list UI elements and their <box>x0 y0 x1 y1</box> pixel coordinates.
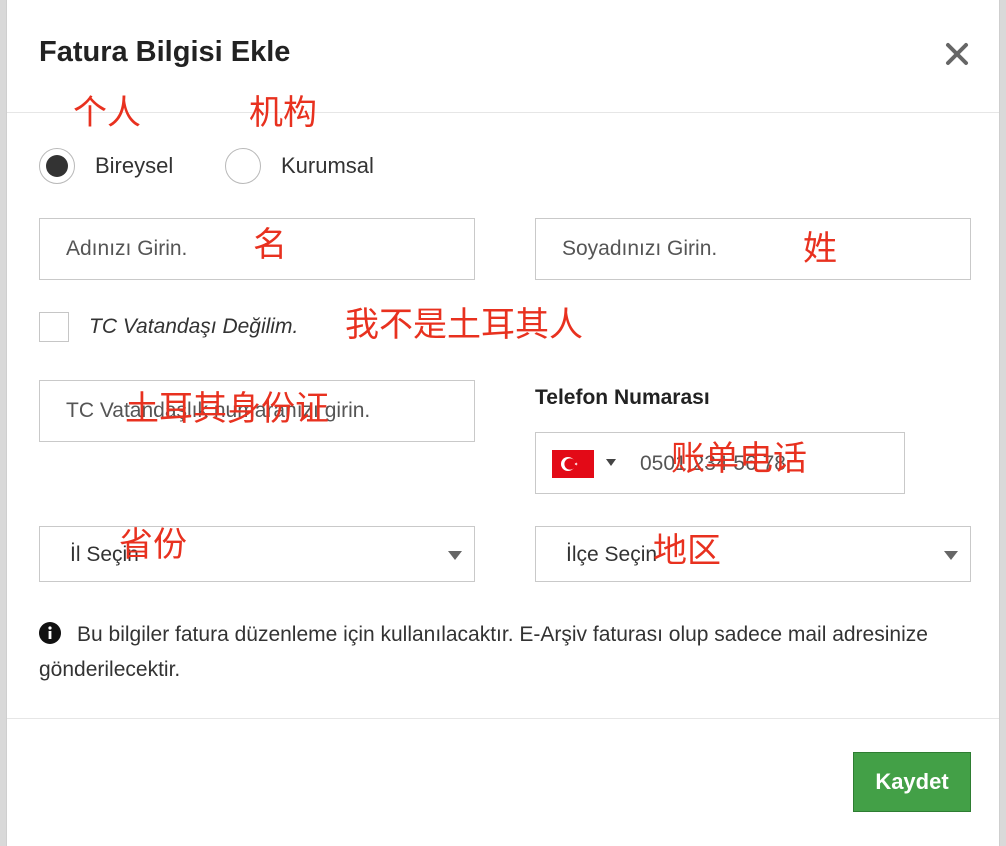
radio-corporate-circle[interactable] <box>225 148 261 184</box>
header-divider <box>7 112 999 113</box>
radio-corporate[interactable]: Kurumsal <box>225 146 374 186</box>
phone-input[interactable]: 0501 234 56 78 <box>535 432 905 494</box>
not-tc-citizen-checkbox[interactable] <box>39 312 69 342</box>
radio-corporate-label: Kurumsal <box>281 153 374 178</box>
not-tc-citizen-row: TC Vatandaşı Değilim. <box>39 312 298 342</box>
tc-id-input[interactable]: TC Vatandaşlık numaranızı girin. <box>39 380 475 442</box>
radio-selected-dot <box>46 155 68 177</box>
billing-info-dialog: Fatura Bilgisi Ekle 个人 机构 Bireysel Kurum… <box>6 0 1000 846</box>
last-name-placeholder: Soyadınızı Girin. <box>562 237 718 260</box>
phone-label: Telefon Numarası <box>535 386 710 409</box>
save-button[interactable]: Kaydet <box>853 752 971 812</box>
not-tc-citizen-label: TC Vatandaşı Değilim. <box>89 315 299 338</box>
radio-individual[interactable]: Bireysel <box>39 146 173 186</box>
first-name-placeholder: Adınızı Girin. <box>66 237 188 260</box>
district-select-value: İlçe Seçin <box>566 543 658 566</box>
chevron-down-icon <box>448 551 462 560</box>
info-message: Bu bilgiler fatura düzenleme için kullan… <box>39 623 928 681</box>
annotation-not-turkish: 我不是土耳其人 <box>345 305 583 345</box>
radio-individual-label: Bireysel <box>95 153 174 178</box>
province-select-value: İl Seçin <box>70 543 139 566</box>
annotation-individual: 个人 <box>73 93 141 133</box>
footer-divider <box>7 718 999 719</box>
phone-number-value[interactable]: 0501 234 56 78 <box>640 452 786 476</box>
turkey-flag-icon[interactable] <box>552 450 594 478</box>
first-name-input[interactable]: Adınızı Girin. <box>39 218 475 280</box>
close-icon[interactable] <box>943 40 971 68</box>
province-select[interactable]: İl Seçin <box>39 526 475 582</box>
dialog-title: Fatura Bilgisi Ekle <box>39 36 291 68</box>
chevron-down-icon <box>944 551 958 560</box>
district-select[interactable]: İlçe Seçin <box>535 526 971 582</box>
last-name-input[interactable]: Soyadınızı Girin. <box>535 218 971 280</box>
radio-individual-circle[interactable] <box>39 148 75 184</box>
country-dropdown-caret-icon[interactable] <box>606 459 616 466</box>
tc-id-placeholder: TC Vatandaşlık numaranızı girin. <box>66 399 371 422</box>
annotation-institution: 机构 <box>249 93 317 133</box>
